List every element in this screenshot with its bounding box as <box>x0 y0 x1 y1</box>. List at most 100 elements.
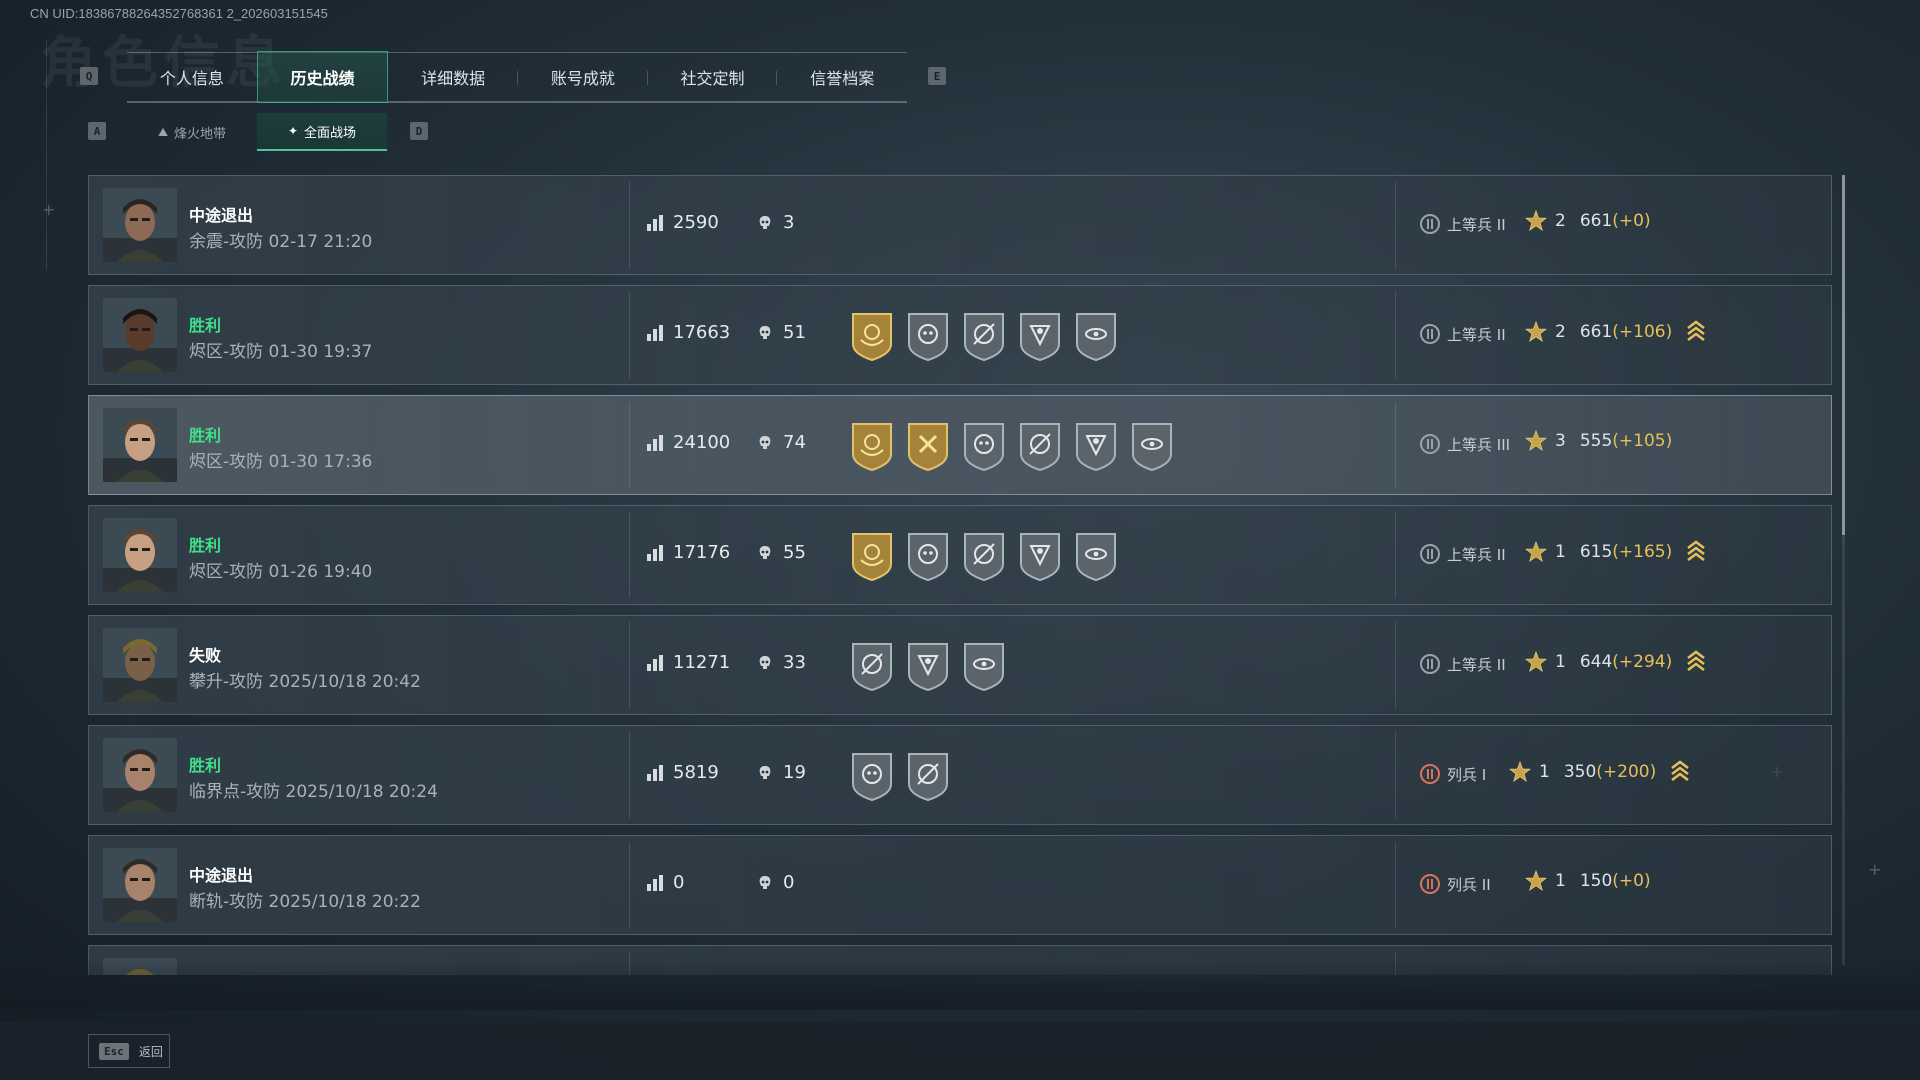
gold-wreath-medal-icon[interactable] <box>849 530 895 582</box>
silver-eye-medal-icon[interactable] <box>1129 420 1175 472</box>
silver-eye-medal-icon[interactable] <box>1073 530 1119 582</box>
star-icon <box>1525 210 1547 231</box>
points-delta: (+165) <box>1612 542 1673 562</box>
match-row[interactable]: 中途退出 断轨-攻防 2025/10/18 20:22 0 0 列兵 II 1 1… <box>88 835 1832 935</box>
star-icon <box>1525 321 1547 342</box>
silver-crosshair-medal-icon[interactable] <box>849 640 895 692</box>
operator-avatar <box>103 188 177 262</box>
tab-prev-key[interactable]: Q <box>80 67 98 85</box>
star-count: 1 <box>1539 762 1550 782</box>
gold-wreath-medal-icon[interactable] <box>849 310 895 362</box>
rank-info: 上等兵 II <box>1419 653 1506 675</box>
silver-eye-medal-icon[interactable] <box>961 640 1007 692</box>
match-row[interactable]: 胜利 烬区-攻防 01-26 19:40 17176 55 上等兵 II 1 6… <box>88 505 1832 605</box>
kills-stat: 33 <box>757 652 806 673</box>
operator-avatar <box>103 298 177 372</box>
silver-skull-medal-icon[interactable] <box>905 530 951 582</box>
rank-emblem-icon <box>1420 874 1440 894</box>
rank-info: 上等兵 II <box>1419 213 1506 235</box>
match-history-list[interactable]: 中途退出 余震-攻防 02-17 21:20 2590 3 上等兵 II 2 66… <box>88 175 1832 975</box>
scrollbar-thumb[interactable] <box>1842 175 1845 535</box>
silver-emblem-medal-icon[interactable] <box>1017 530 1063 582</box>
points-value: 661 <box>1579 322 1613 342</box>
silver-emblem-medal-icon[interactable] <box>905 640 951 692</box>
star-count: 1 <box>1555 871 1566 891</box>
medal-list <box>849 530 1119 582</box>
score-stat: 17176 <box>647 542 730 563</box>
decor-plus: + <box>42 200 56 219</box>
operator-avatar <box>103 408 177 482</box>
subtab-next-key[interactable]: D <box>410 122 428 140</box>
silver-emblem-medal-icon[interactable] <box>1017 310 1063 362</box>
rank-name: 上等兵 III <box>1447 435 1511 454</box>
silver-crosshair-medal-icon[interactable] <box>961 530 1007 582</box>
silver-crosshair-medal-icon[interactable] <box>961 310 1007 362</box>
silver-skull-medal-icon[interactable] <box>905 310 951 362</box>
operator-avatar <box>103 738 177 812</box>
match-row[interactable]: 胜利 烬区-攻防 01-30 19:37 17663 51 上等兵 II 2 6… <box>88 285 1832 385</box>
tab-0[interactable]: 个人信息 <box>127 53 257 101</box>
star-icon <box>1525 651 1547 672</box>
star-icon <box>1525 870 1547 891</box>
subtab-prev-key[interactable]: A <box>88 122 106 140</box>
star-count: 2 <box>1555 322 1566 342</box>
match-row[interactable]: 胜利 临界点-攻防 2025/10/18 20:24 5819 19 列兵 I … <box>88 725 1832 825</box>
star-count: 1 <box>1555 542 1566 562</box>
silver-eye-medal-icon[interactable] <box>1073 310 1119 362</box>
battlefield-icon: ✦ <box>287 124 299 138</box>
rank-points: 1 150 (+0) <box>1525 870 1651 892</box>
match-row[interactable]: 胜利 烬区-攻防 01-30 17:36 24100 74 上等兵 III 3 … <box>88 395 1832 495</box>
subtab-label: 烽火地带 <box>174 126 227 142</box>
map-mode-time: 攀升-攻防 2025/10/18 20:42 <box>189 672 421 692</box>
rank-emblem-icon <box>1420 324 1440 344</box>
kills-icon <box>759 545 771 559</box>
silver-skull-medal-icon[interactable] <box>849 750 895 802</box>
points-value: 615 <box>1579 542 1613 562</box>
silver-crosshair-medal-icon[interactable] <box>905 750 951 802</box>
back-button[interactable]: Esc 返回 <box>88 1034 170 1068</box>
silver-skull-medal-icon[interactable] <box>961 420 1007 472</box>
divider <box>1395 622 1396 708</box>
points-delta: (+294) <box>1612 652 1673 672</box>
divider <box>629 622 630 708</box>
star-icon <box>1525 541 1547 562</box>
subtab-1[interactable]: ✦ 全面战场 <box>257 113 387 151</box>
kills-stat: 51 <box>757 322 806 343</box>
match-row[interactable]: 中途退出 余震-攻防 02-17 21:20 2590 3 上等兵 II 2 66… <box>88 175 1832 275</box>
silver-emblem-medal-icon[interactable] <box>1073 420 1119 472</box>
points-delta: (+0) <box>1612 871 1651 891</box>
match-row[interactable]: 失败 攀升-攻防 2025/10/18 20:42 11271 33 上等兵 I… <box>88 615 1832 715</box>
back-label: 返回 <box>138 1044 163 1059</box>
tab-3[interactable]: 账号成就 <box>518 53 648 101</box>
divider <box>629 842 630 928</box>
tab-4[interactable]: 社交定制 <box>648 53 778 101</box>
gold-hammer-medal-icon[interactable] <box>905 420 951 472</box>
score-icon <box>647 764 663 781</box>
rank-points: 1 350 (+200) <box>1509 760 1690 784</box>
divider <box>1395 842 1396 928</box>
star-icon <box>1525 430 1547 451</box>
tab-label: 个人信息 <box>159 69 224 88</box>
match-result: 胜利 <box>189 756 222 775</box>
tab-5[interactable]: 信誉档案 <box>777 53 907 101</box>
kills-icon <box>759 655 771 669</box>
map-mode-time: 烬区-攻防 01-26 19:40 <box>189 562 373 582</box>
tab-1[interactable]: 历史战绩 <box>256 51 389 103</box>
score-icon <box>647 874 663 891</box>
medal-list <box>849 310 1119 362</box>
silver-crosshair-medal-icon[interactable] <box>1017 420 1063 472</box>
tab-label: 账号成就 <box>550 69 615 88</box>
bottom-bar <box>0 1022 1920 1080</box>
gold-wreath-medal-icon[interactable] <box>849 420 895 472</box>
decor-plus: + <box>1868 860 1882 879</box>
subtab-label: 全面战场 <box>304 125 357 141</box>
tab-next-key[interactable]: E <box>928 67 946 85</box>
subtab-0[interactable]: ⛰ 烽火地带 <box>127 114 257 150</box>
kills-value: 3 <box>783 212 795 233</box>
medal-list <box>849 750 951 802</box>
map-mode-time: 烬区-攻防 01-30 19:37 <box>189 342 373 362</box>
rank-emblem-icon <box>1420 764 1440 784</box>
points-delta: (+106) <box>1612 322 1673 342</box>
tab-2[interactable]: 详细数据 <box>388 53 519 101</box>
points-value: 644 <box>1579 652 1613 672</box>
